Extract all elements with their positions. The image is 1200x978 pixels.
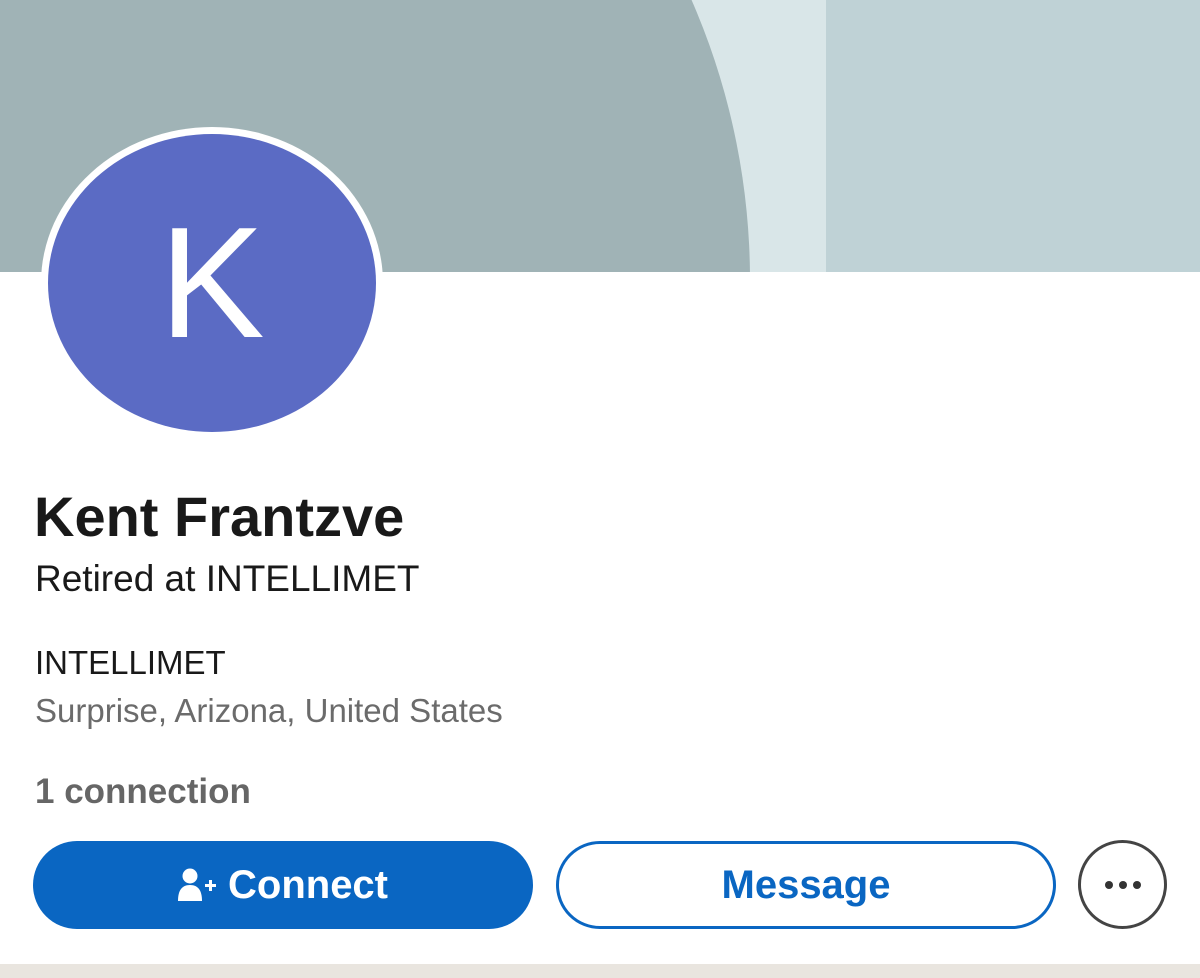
message-button[interactable]: Message [556,841,1056,929]
avatar-initial: K [48,134,376,432]
message-button-label: Message [721,862,891,907]
profile-page: K Kent Frantzve Retired at INTELLIMET IN… [0,0,1200,978]
connect-button-label: Connect [228,862,388,907]
connect-button[interactable]: Connect [33,841,533,929]
profile-company[interactable]: INTELLIMET [35,644,226,682]
connections-count[interactable]: 1 connection [35,772,251,812]
profile-location: Surprise, Arizona, United States [35,692,503,729]
footer-divider [0,964,1200,978]
profile-headline: Retired at INTELLIMET [35,558,420,599]
profile-name: Kent Frantzve [34,485,405,548]
more-button[interactable] [1078,840,1167,929]
avatar[interactable]: K [41,127,383,439]
more-horizontal-icon [1104,880,1141,889]
person-add-icon [178,867,216,903]
